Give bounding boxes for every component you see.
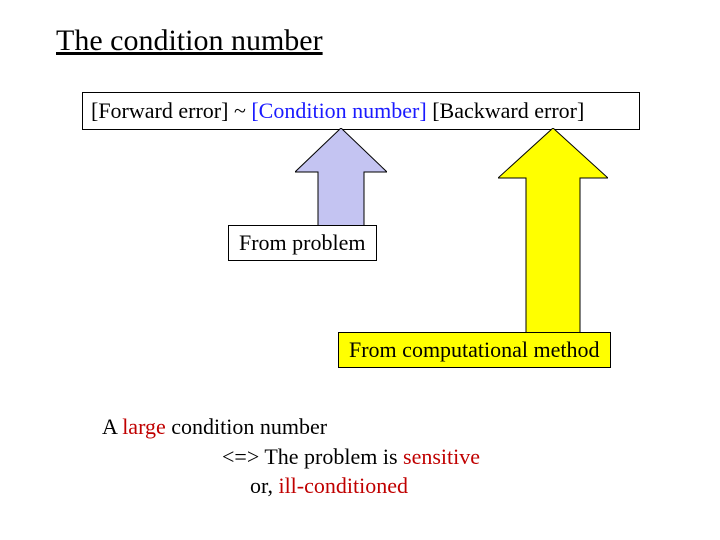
conclusion-text: A large condition number <=> The problem… [102,412,480,501]
conclusion-line1: A large condition number [102,414,327,439]
text: <=> The problem is [222,444,403,469]
word-large: large [122,414,166,439]
conclusion-line2: <=> The problem is sensitive [102,442,480,472]
arrow-up-purple [295,128,387,228]
from-problem-box: From problem [228,225,377,261]
tilde: ~ [228,98,251,123]
from-problem-label: From problem [239,230,366,255]
forward-error-term: [Forward error] [91,98,228,123]
from-method-box: From computational method [338,332,611,368]
arrow-up-icon [295,128,387,228]
arrow-up-icon [498,128,608,334]
backward-error-term: [Backward error] [432,98,584,123]
conclusion-line3: or, ill-conditioned [102,471,480,501]
text: or, [250,473,278,498]
text: condition number [166,414,327,439]
word-sensitive: sensitive [403,444,480,469]
slide: The condition number [Forward error] ~ [… [0,0,720,540]
text: A [102,414,122,439]
page-title: The condition number [56,24,323,58]
arrow-up-yellow [498,128,608,334]
from-method-label: From computational method [349,337,600,362]
condition-number-term: [Condition number] [251,98,426,123]
word-ill-conditioned: ill-conditioned [278,473,408,498]
equation-box: [Forward error] ~ [Condition number] [Ba… [82,92,640,130]
